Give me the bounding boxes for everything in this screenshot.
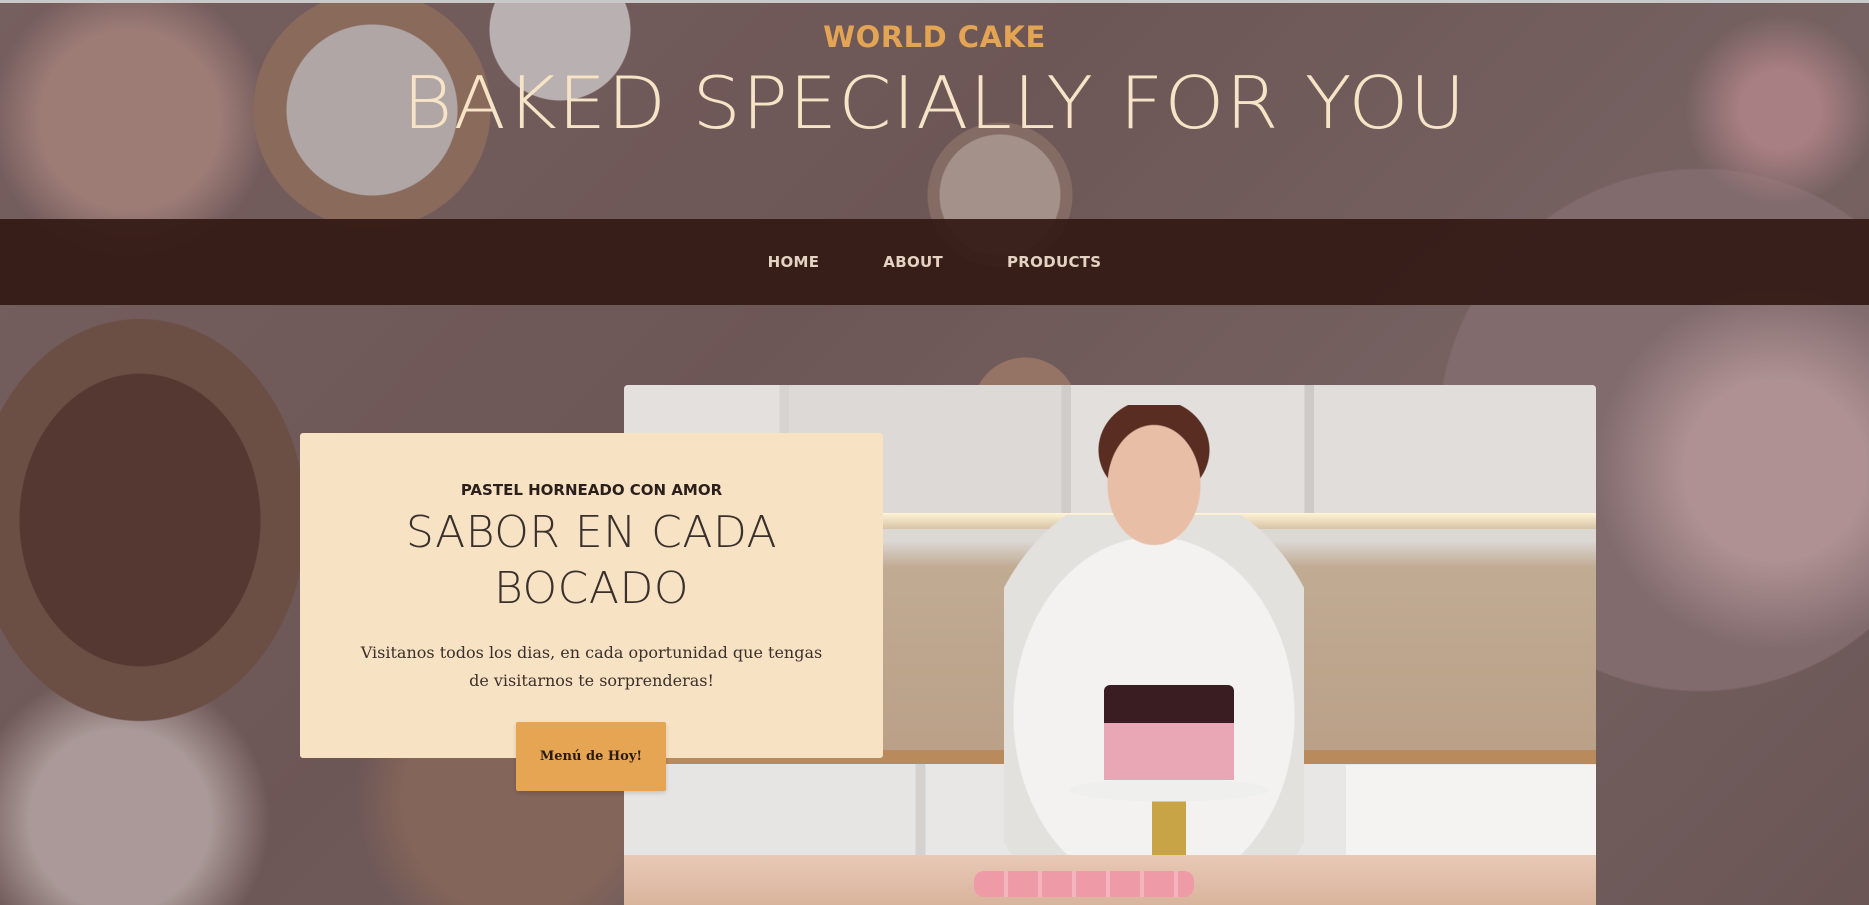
brand-title: WORLD CAKE bbox=[823, 20, 1046, 54]
promo-description: Visitanos todos los dias, en cada oportu… bbox=[360, 643, 823, 690]
photo-chef-head bbox=[1094, 405, 1214, 555]
photo-cake bbox=[1104, 685, 1234, 780]
top-border bbox=[0, 0, 1869, 3]
nav-link-home[interactable]: HOME bbox=[736, 243, 852, 281]
hero-headline: BAKED SPECIALLY FOR YOU bbox=[402, 61, 1467, 145]
promo-title: SABOR EN CADA BOCADO bbox=[405, 507, 778, 614]
nav-link-about[interactable]: ABOUT bbox=[851, 243, 975, 281]
main-navbar: HOME ABOUT PRODUCTS bbox=[0, 219, 1869, 305]
nav-link-products[interactable]: PRODUCTS bbox=[975, 243, 1133, 281]
promo-card: PASTEL HORNEADO CON AMOR SABOR EN CADA B… bbox=[300, 433, 883, 791]
photo-macarons bbox=[974, 871, 1194, 897]
promo-eyebrow: PASTEL HORNEADO CON AMOR bbox=[460, 481, 723, 499]
menu-today-button[interactable]: Menú de Hoy! bbox=[516, 722, 666, 791]
